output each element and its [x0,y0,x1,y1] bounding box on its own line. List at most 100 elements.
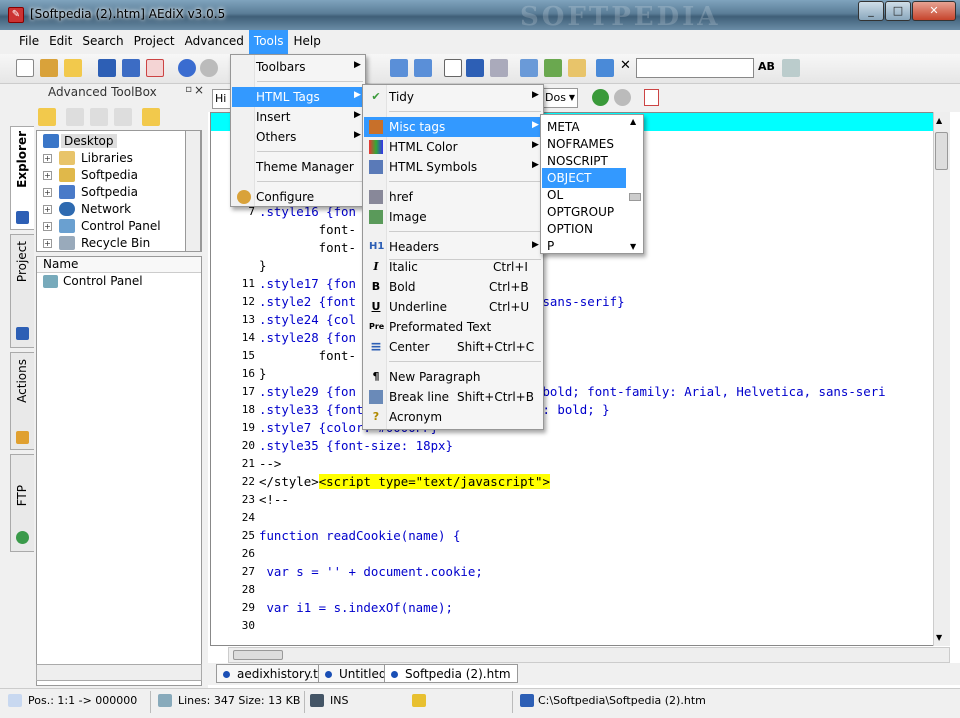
tree-item-desktop[interactable]: Desktop [39,133,189,150]
maximize-button[interactable]: □ [885,1,911,21]
file-icon[interactable] [66,108,84,126]
tag-dropdown-partial[interactable]: Hi [212,89,232,109]
tab-untitled[interactable]: Untitled [318,664,394,683]
folder-tree[interactable]: Desktop + Libraries + Softpedia + Softpe… [36,130,202,252]
forward-icon[interactable] [614,89,631,106]
menu-item-misc-tags[interactable]: Misc tags ▶ [364,117,542,137]
search-input[interactable] [636,58,754,78]
expand-icon[interactable]: + [43,205,52,214]
toolbox-close-icon[interactable]: × [194,83,204,97]
tree-item-recycle-bin[interactable]: + Recycle Bin [39,235,189,251]
tree-scrollbar[interactable] [185,130,201,252]
expand-icon[interactable]: + [43,239,52,248]
up-folder-icon[interactable] [38,108,56,126]
indent-icon[interactable] [390,59,408,77]
minimize-button[interactable]: _ [858,1,884,21]
menu-edit[interactable]: Edit [44,30,77,54]
file-list-scrollbar[interactable] [36,664,202,681]
find-icon[interactable] [568,59,586,77]
tag-icon[interactable] [490,59,508,77]
menu-item-headers[interactable]: H1 Headers ▶ [364,237,542,257]
misc-item-p[interactable]: P [542,236,626,256]
tab-project[interactable]: Project [10,234,34,348]
menu-project[interactable]: Project [129,30,180,54]
editor-horizontal-scrollbar[interactable] [228,647,950,663]
tab-ftp[interactable]: FTP [10,454,34,552]
save-icon[interactable] [98,59,116,77]
column-header-name[interactable]: Name [37,257,201,273]
menu-advanced[interactable]: Advanced [180,30,249,54]
menu-item-theme-manager[interactable]: Theme Manager [232,157,364,177]
tab-actions[interactable]: Actions [10,352,34,450]
expand-icon[interactable]: + [43,188,52,197]
scroll-down-icon[interactable]: ▼ [936,633,942,642]
match-case-icon[interactable]: AB [758,60,775,73]
scroll-down-icon[interactable]: ▼ [630,242,636,251]
menu-item-acronym[interactable]: ? Acronym [364,407,542,427]
menu-item-href[interactable]: href [364,187,542,207]
close-button[interactable]: ✕ [912,1,956,21]
delete-tag-icon[interactable] [644,89,659,106]
preview-icon[interactable] [520,59,538,77]
redo-icon[interactable] [200,59,218,77]
export-icon[interactable] [596,59,614,77]
menu-item-toolbars[interactable]: Toolbars ▶ [232,57,364,77]
outdent-icon[interactable] [414,59,432,77]
menu-item-tidy[interactable]: ✔ Tidy ▶ [364,87,542,107]
menu-item-new-paragraph[interactable]: ¶ New Paragraph [364,367,542,387]
menu-item-html-color[interactable]: HTML Color ▶ [364,137,542,157]
menu-tools[interactable]: Tools [248,30,289,54]
page-icon[interactable] [444,59,462,77]
menu-item-break-line[interactable]: Break line Shift+Ctrl+B [364,387,542,407]
tree-item-softpedia-user[interactable]: + Softpedia [39,167,189,184]
back-icon[interactable] [592,89,609,106]
menu-item-bold[interactable]: B Bold Ctrl+B [364,277,542,297]
save-all-icon[interactable] [122,59,140,77]
close-file-icon[interactable] [146,59,164,77]
menu-item-image[interactable]: Image [364,207,542,227]
tree-item-control-panel[interactable]: + Control Panel [39,218,189,235]
tree-item-network[interactable]: + Network [39,201,189,218]
undo-icon[interactable] [178,59,196,77]
new-file-icon[interactable] [16,59,34,77]
scroll-up-icon[interactable]: ▲ [630,117,636,126]
editor-vertical-scrollbar[interactable]: ▲ ▼ [933,112,950,646]
menu-search[interactable]: Search [77,30,128,54]
menu-item-italic[interactable]: I Italic Ctrl+I [364,257,542,277]
doctype-select[interactable]: Dos ▼ [540,88,578,108]
tree-item-softpedia-computer[interactable]: + Softpedia [39,184,189,201]
file-list[interactable]: Name Control Panel [36,256,202,686]
misc-scroll-thumb[interactable] [629,193,641,201]
menu-item-preformated-text[interactable]: Pre Preformated Text [364,317,542,337]
list-item[interactable]: Control Panel [37,273,201,290]
menu-item-underline[interactable]: U Underline Ctrl+U [364,297,542,317]
clear-search-icon[interactable]: ✕ [620,58,631,73]
search-options-icon[interactable] [782,59,800,77]
tab-softpedia-htm[interactable]: Softpedia (2).htm [384,664,518,683]
misc-menu-scrollbar[interactable]: ▲ ▼ [627,117,643,251]
wizard-icon[interactable] [40,59,58,77]
tab-explorer[interactable]: Explorer [10,126,34,230]
pin-icon[interactable]: ▫ [185,84,192,95]
menu-help[interactable]: Help [288,30,325,54]
hscroll-thumb[interactable] [233,650,283,660]
menu-file[interactable]: File [14,30,44,54]
menu-item-others[interactable]: Others ▶ [232,127,364,147]
paragraph-icon[interactable] [466,59,484,77]
tree-item-libraries[interactable]: + Libraries [39,150,189,167]
menu-item-configure[interactable]: Configure [232,187,364,207]
scroll-up-icon[interactable]: ▲ [936,116,942,125]
expand-icon[interactable]: + [43,222,52,231]
menu-item-insert[interactable]: Insert ▶ [232,107,364,127]
expand-icon[interactable]: + [43,154,52,163]
scroll-thumb[interactable] [935,132,948,170]
expand-icon[interactable]: + [43,171,52,180]
menu-item-center[interactable]: ≡ Center Shift+Ctrl+C [364,337,542,357]
open-folder-icon[interactable] [64,59,82,77]
folder-menu-icon[interactable] [142,108,160,126]
tools-icon[interactable] [90,108,108,126]
menu-item-html-tags[interactable]: HTML Tags ▶ [232,87,364,107]
refresh-icon[interactable] [114,108,132,126]
replace-icon[interactable] [544,59,562,77]
menu-item-html-symbols[interactable]: HTML Symbols ▶ [364,157,542,177]
